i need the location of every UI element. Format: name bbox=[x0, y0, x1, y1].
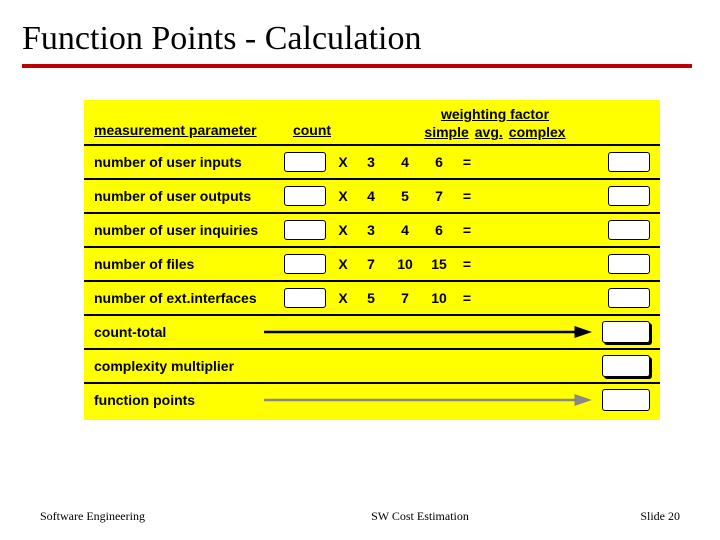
weight-simple: 3 bbox=[354, 222, 388, 238]
param-label: number of user inquiries bbox=[94, 222, 284, 238]
footer-center: SW Cost Estimation bbox=[230, 509, 610, 524]
result-box bbox=[608, 186, 650, 206]
header-parameter: measurement parameter bbox=[94, 122, 284, 140]
weight-complex: 10 bbox=[422, 290, 456, 306]
footer-right: Slide 20 bbox=[610, 509, 720, 524]
complexity-multiplier-label: complexity multiplier bbox=[94, 358, 264, 374]
multiply-symbol: X bbox=[332, 188, 354, 204]
param-label: number of user outputs bbox=[94, 188, 284, 204]
param-label: number of files bbox=[94, 256, 284, 272]
header-wf-group: weighting factor bbox=[340, 106, 650, 122]
table-row: number of ext.interfaces X 5 7 10 = bbox=[84, 282, 660, 316]
slide-footer: Software Engineering SW Cost Estimation … bbox=[0, 509, 720, 524]
weight-complex: 15 bbox=[422, 256, 456, 272]
weight-avg: 5 bbox=[388, 188, 422, 204]
multiply-symbol: X bbox=[332, 222, 354, 238]
multiply-symbol: X bbox=[332, 256, 354, 272]
equals-symbol: = bbox=[456, 290, 478, 306]
param-label: number of user inputs bbox=[94, 154, 284, 170]
equals-symbol: = bbox=[456, 154, 478, 170]
multiply-symbol: X bbox=[332, 154, 354, 170]
table-header-row: measurement parameter count weighting fa… bbox=[84, 100, 660, 146]
header-weighting-factor: weighting factor simple avg. complex bbox=[340, 106, 650, 140]
result-box bbox=[608, 254, 650, 274]
complexity-multiplier-row: complexity multiplier bbox=[84, 350, 660, 384]
weight-complex: 6 bbox=[422, 222, 456, 238]
arrow-right-icon bbox=[264, 393, 592, 407]
equals-symbol: = bbox=[456, 188, 478, 204]
count-input-box bbox=[284, 288, 326, 308]
title-underline bbox=[22, 64, 692, 68]
result-box bbox=[608, 288, 650, 308]
count-total-label: count-total bbox=[94, 324, 264, 340]
count-input-box bbox=[284, 186, 326, 206]
table-row: number of files X 7 10 15 = bbox=[84, 248, 660, 282]
function-points-table: measurement parameter count weighting fa… bbox=[84, 100, 660, 420]
weight-simple: 7 bbox=[354, 256, 388, 272]
function-points-row: function points bbox=[84, 384, 660, 416]
count-input-box bbox=[284, 254, 326, 274]
weight-simple: 3 bbox=[354, 154, 388, 170]
header-count: count bbox=[284, 122, 340, 140]
count-input-box bbox=[284, 152, 326, 172]
complexity-multiplier-box bbox=[602, 355, 650, 377]
weight-avg: 10 bbox=[388, 256, 422, 272]
weight-complex: 7 bbox=[422, 188, 456, 204]
weight-simple: 4 bbox=[354, 188, 388, 204]
weight-simple: 5 bbox=[354, 290, 388, 306]
footer-left: Software Engineering bbox=[0, 509, 230, 524]
weight-avg: 4 bbox=[388, 154, 422, 170]
arrow-right-icon bbox=[264, 325, 592, 339]
param-label: number of ext.interfaces bbox=[94, 290, 284, 306]
table-row: number of user outputs X 4 5 7 = bbox=[84, 180, 660, 214]
count-input-box bbox=[284, 220, 326, 240]
table-row: number of user inputs X 3 4 6 = bbox=[84, 146, 660, 180]
header-avg: avg. bbox=[475, 124, 503, 140]
count-total-box bbox=[602, 321, 650, 343]
function-points-box bbox=[602, 389, 650, 411]
equals-symbol: = bbox=[456, 256, 478, 272]
count-total-row: count-total bbox=[84, 316, 660, 350]
slide-title: Function Points - Calculation bbox=[0, 0, 720, 64]
equals-symbol: = bbox=[456, 222, 478, 238]
header-simple: simple bbox=[424, 124, 468, 140]
result-box bbox=[608, 220, 650, 240]
function-points-label: function points bbox=[94, 392, 264, 408]
table-row: number of user inquiries X 3 4 6 = bbox=[84, 214, 660, 248]
weight-complex: 6 bbox=[422, 154, 456, 170]
weight-avg: 7 bbox=[388, 290, 422, 306]
multiply-symbol: X bbox=[332, 290, 354, 306]
result-box bbox=[608, 152, 650, 172]
header-complex: complex bbox=[509, 124, 566, 140]
weight-avg: 4 bbox=[388, 222, 422, 238]
